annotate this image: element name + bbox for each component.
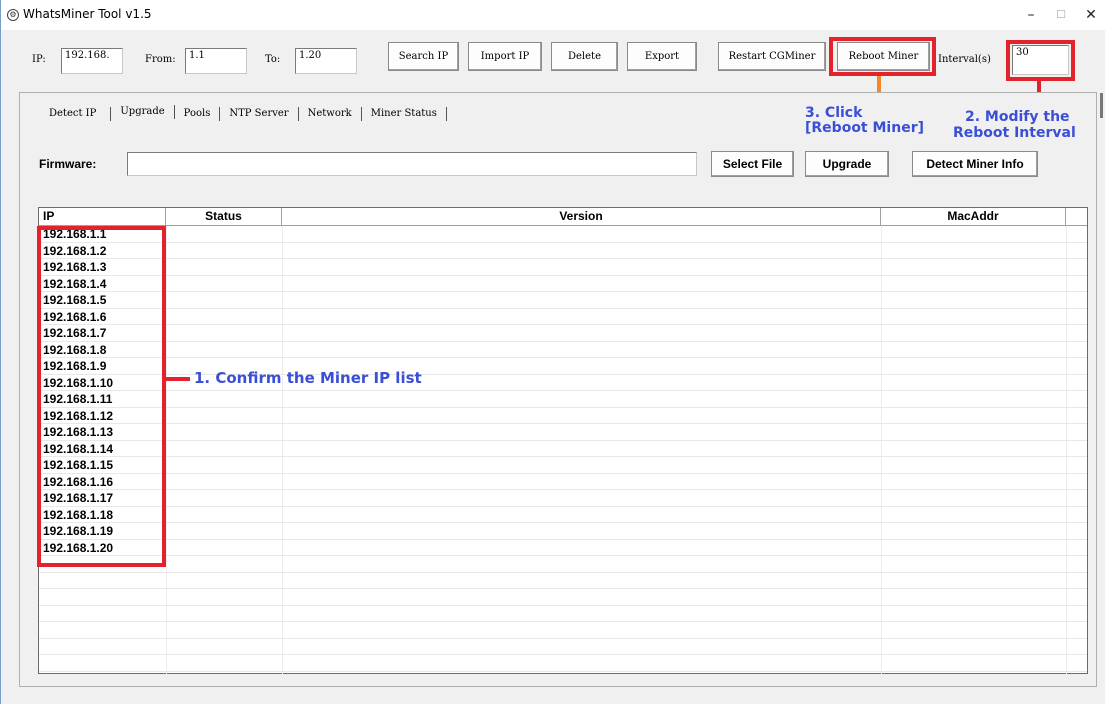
table-row[interactable]: 192.168.1.1	[39, 226, 1087, 243]
column-header-ip[interactable]: IP	[39, 208, 166, 225]
table-row[interactable]: 192.168.1.7	[39, 325, 1087, 342]
tab-network[interactable]: Network	[299, 107, 362, 121]
delete-button[interactable]: Delete	[551, 42, 618, 71]
table-row[interactable]	[39, 622, 1087, 639]
app-window: ⚙ WhatsMiner Tool v1.5 – ☐ ✕ IP: 192.168…	[0, 0, 1105, 704]
title-bar[interactable]: ⚙ WhatsMiner Tool v1.5 – ☐ ✕	[1, 0, 1105, 30]
app-logo-icon: ⚙	[7, 9, 19, 21]
interval-label: Interval(s)	[938, 54, 991, 65]
table-row[interactable]: 192.168.1.18	[39, 507, 1087, 523]
ip-label: IP:	[32, 54, 46, 65]
column-header-status[interactable]: Status	[166, 208, 282, 225]
firmware-path-input[interactable]	[127, 152, 697, 176]
table-row[interactable]: 192.168.1.5	[39, 292, 1087, 309]
step3-annotation-line1: 3. Click	[805, 105, 863, 121]
table-row[interactable]: 192.168.1.15	[39, 457, 1087, 474]
table-row[interactable]: 192.168.1.19	[39, 523, 1087, 540]
table-row[interactable]	[39, 589, 1087, 606]
step2-annotation-line1: 2. Modify the	[965, 109, 1070, 125]
import-ip-button[interactable]: Import IP	[468, 42, 542, 71]
table-row[interactable]: 192.168.1.2	[39, 243, 1087, 259]
interval-highlight	[1006, 40, 1075, 81]
table-row[interactable]	[39, 556, 1087, 573]
table-row[interactable]: 192.168.1.20	[39, 540, 1087, 556]
from-label: From:	[145, 54, 176, 65]
miner-table[interactable]: IP Status Version MacAddr 192.168.1.1 192…	[38, 207, 1088, 674]
window-title: WhatsMiner Tool v1.5	[23, 7, 152, 21]
to-label: To:	[265, 54, 281, 65]
tab-miner-status[interactable]: Miner Status	[362, 107, 447, 121]
to-input[interactable]: 1.20	[295, 48, 357, 74]
export-button[interactable]: Export	[627, 42, 697, 71]
table-row[interactable]: 192.168.1.11	[39, 391, 1087, 408]
firmware-label: Firmware:	[39, 157, 97, 171]
search-ip-button[interactable]: Search IP	[388, 42, 459, 71]
tab-strip: Detect IP Upgrade Pools NTP Server Network Mi…	[29, 101, 447, 121]
step2-annotation-line2: Reboot Interval	[953, 125, 1076, 141]
table-row[interactable]	[39, 639, 1087, 655]
ip-prefix-input[interactable]: 192.168.	[61, 48, 123, 74]
table-row[interactable]	[39, 655, 1087, 672]
table-row[interactable]: 192.168.1.13	[39, 424, 1087, 441]
detect-miner-info-button[interactable]: Detect Miner Info	[912, 151, 1038, 177]
table-row[interactable]: 192.168.1.14	[39, 441, 1087, 457]
column-header-macaddr[interactable]: MacAddr	[881, 208, 1066, 225]
table-body: 192.168.1.1 192.168.1.2 192.168.1.3 192.168…	[39, 226, 1087, 672]
close-button[interactable]: ✕	[1076, 4, 1105, 26]
step3-annotation-line2: [Reboot Miner]	[805, 120, 924, 136]
reboot-miner-highlight	[829, 37, 936, 76]
table-row[interactable]	[39, 606, 1087, 622]
tab-upgrade[interactable]: Upgrade	[111, 105, 175, 119]
restart-cgminer-button[interactable]: Restart CGMiner	[718, 42, 826, 71]
table-row[interactable]: 192.168.1.12	[39, 408, 1087, 424]
ip-list-highlight	[37, 226, 166, 567]
upgrade-button[interactable]: Upgrade	[805, 151, 889, 177]
table-row[interactable]	[39, 573, 1087, 589]
step1-annotation: 1. Confirm the Miner IP list	[194, 369, 422, 387]
select-file-button[interactable]: Select File	[711, 151, 794, 177]
table-row[interactable]: 192.168.1.4	[39, 276, 1087, 292]
panel-scroll-edge	[1100, 93, 1103, 118]
table-row[interactable]: 192.168.1.17	[39, 490, 1087, 507]
tab-ntp-server[interactable]: NTP Server	[220, 107, 299, 121]
table-row[interactable]: 192.168.1.3	[39, 259, 1087, 276]
table-header: IP Status Version MacAddr	[39, 208, 1087, 226]
table-row[interactable]: 192.168.1.8	[39, 342, 1087, 358]
ip-list-connector	[166, 377, 190, 381]
minimize-button[interactable]: –	[1016, 4, 1046, 26]
tab-detect-ip[interactable]: Detect IP	[29, 107, 112, 121]
tab-pools[interactable]: Pools	[175, 107, 221, 121]
table-row[interactable]: 192.168.1.6	[39, 309, 1087, 325]
column-header-version[interactable]: Version	[282, 208, 881, 225]
table-row[interactable]: 192.168.1.16	[39, 474, 1087, 490]
maximize-button[interactable]: ☐	[1046, 4, 1076, 26]
from-input[interactable]: 1.1	[185, 48, 247, 74]
